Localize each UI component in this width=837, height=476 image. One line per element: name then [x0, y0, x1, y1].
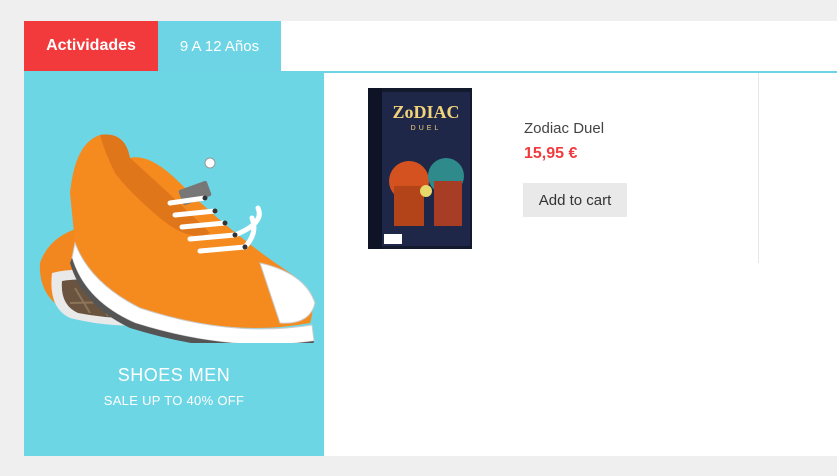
banner-subtitle: SALE UP TO 40% OFF — [103, 393, 245, 408]
banner-title: SHOES MEN — [117, 365, 231, 385]
box-subtitle: DUEL — [411, 125, 442, 132]
product-card: ZoDIAC DUEL Zodiac Duel 15,95 € Add to c… — [364, 86, 764, 266]
add-to-cart-button[interactable]: Add to cart — [523, 183, 627, 217]
tab-actividades[interactable]: Actividades — [24, 21, 158, 71]
product-name[interactable]: Zodiac Duel — [524, 120, 604, 137]
tab-9-a-12-anos[interactable]: 9 A 12 Años — [158, 21, 281, 71]
product-divider — [758, 73, 759, 263]
sneaker-illustration — [39, 134, 316, 343]
box-title: ZoDIAC — [392, 102, 459, 122]
category-tab-bar: Actividades 9 A 12 Años — [24, 21, 837, 73]
promo-banner[interactable]: SHOES MEN SALE UP TO 40% OFF — [24, 73, 324, 456]
product-image[interactable]: ZoDIAC DUEL — [364, 86, 476, 251]
product-tabs-widget: Actividades 9 A 12 Años SHOES MEN SALE U… — [24, 21, 837, 456]
product-price: 15,95 € — [524, 145, 578, 162]
